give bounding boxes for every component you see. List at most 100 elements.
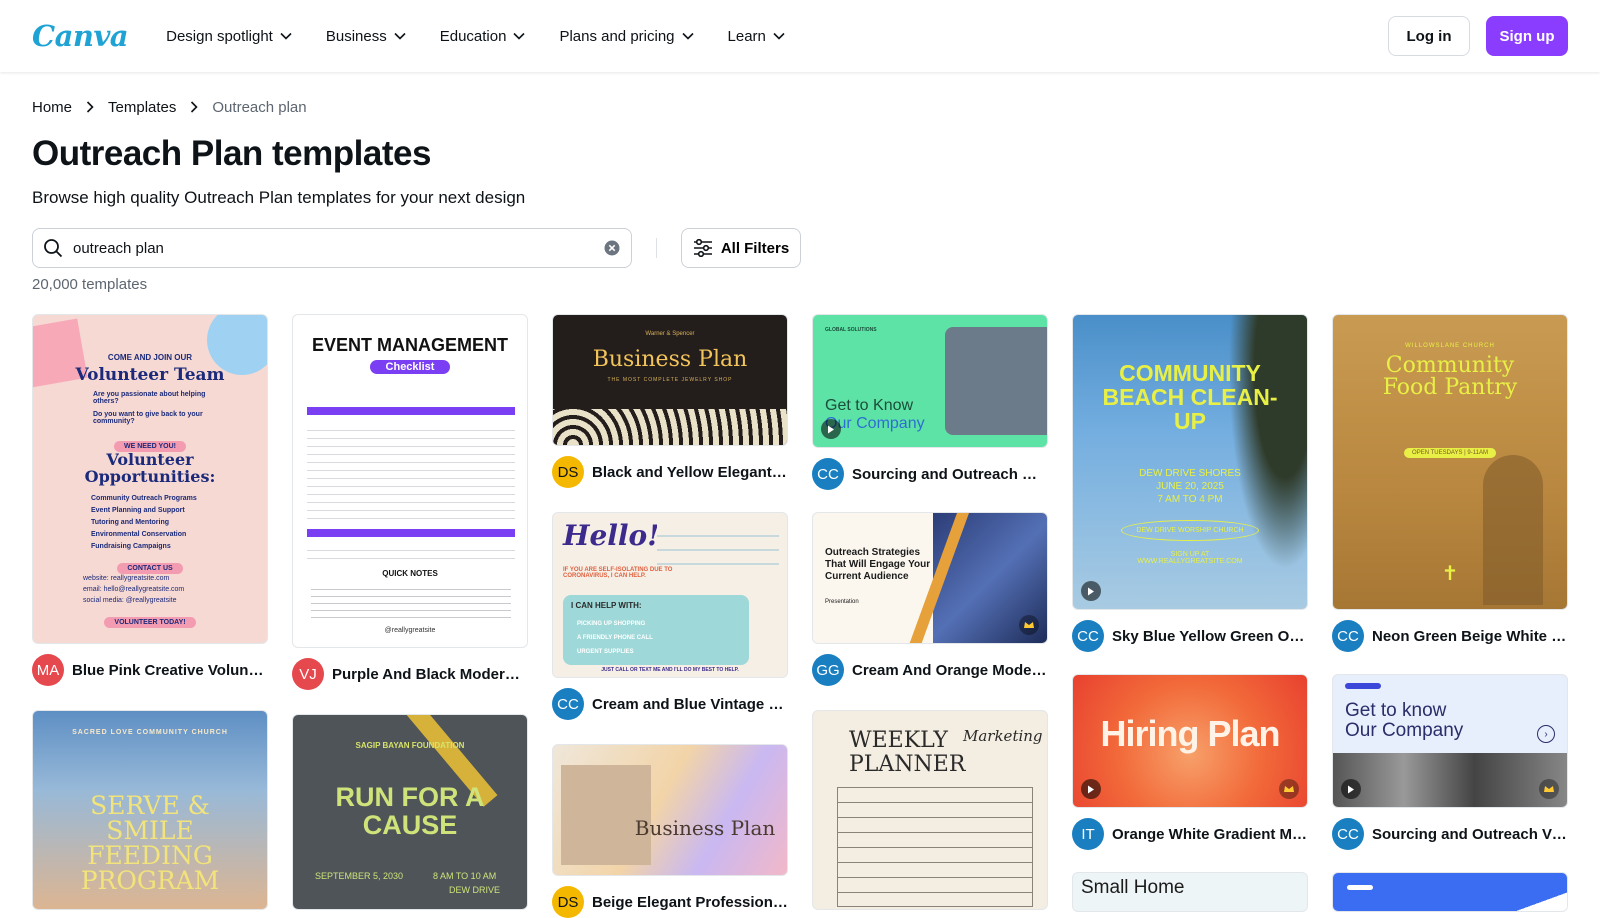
all-filters-button[interactable]: All Filters [681,228,801,268]
template-card[interactable]: COMMUNITY BEACH CLEAN-UP DEW DRIVE SHORE… [1072,314,1308,652]
canva-logo[interactable]: Canva [32,19,129,53]
template-thumbnail[interactable] [1332,872,1568,912]
thumb-bar [307,407,515,415]
template-card[interactable]: Warner & Spencer Business Plan THE MOST … [552,314,788,488]
creator-avatar[interactable]: DS [552,456,584,488]
template-card[interactable]: SACRED LOVE COMMUNITY CHURCH SERVE & SMI… [32,710,268,910]
filter-sliders-icon [693,239,712,257]
template-card[interactable]: Hello! IF YOU ARE SELF-ISOLATING DUE TO … [552,512,788,720]
crown-icon [1539,779,1559,799]
template-title[interactable]: Sourcing and Outreach Webinar [852,466,1048,483]
play-icon [1081,779,1101,799]
breadcrumb-current: Outreach plan [212,98,307,116]
template-card[interactable]: Small Home [1072,872,1308,912]
thumb-text: JUST CALL OR TEXT ME AND I'LL DO MY BEST… [601,667,739,673]
template-count: 20,000 templates [32,276,148,293]
template-card[interactable]: EVENT MANAGEMENT Checklist QUICK NOTES @… [292,314,528,690]
thumb-text: Event Planning and Support [91,507,185,514]
template-card[interactable] [1332,872,1568,912]
nav-business[interactable]: Business [314,20,418,53]
template-thumbnail[interactable]: COME AND JOIN OUR Volunteer Team Are you… [32,314,268,644]
nav-label: Plans and pricing [559,27,675,45]
template-card[interactable]: Business Plan DS Beige Elegant Professio… [552,744,788,918]
thumb-photo [1333,753,1567,807]
template-title[interactable]: Cream And Orange Modern Presentation [852,662,1048,679]
template-thumbnail[interactable]: WEEKLY PLANNER Marketing [812,710,1048,910]
template-thumbnail[interactable]: Outreach Strategies That Will Engage You… [812,512,1048,644]
template-card[interactable]: GLOBAL SOLUTIONS Get to Know Our Company… [812,314,1048,490]
page-title: Outreach Plan templates [32,134,431,173]
template-title[interactable]: Sourcing and Outreach Video [1372,826,1568,843]
thumb-text: COMMUNITY BEACH CLEAN-UP [1102,360,1278,434]
template-card[interactable]: Hiring Plan IT Orange White Gradient Mod… [1072,674,1308,850]
creator-avatar[interactable]: DS [552,886,584,918]
breadcrumb-home[interactable]: Home [32,99,72,116]
template-card[interactable]: WEEKLY PLANNER Marketing [812,710,1048,910]
thumb-text: Our Company [1345,720,1464,741]
creator-avatar[interactable]: VJ [292,658,324,690]
template-meta: MA Blue Pink Creative Volunteer Opportun… [32,654,268,686]
nav-learn[interactable]: Learn [716,20,797,53]
creator-avatar[interactable]: CC [1332,818,1364,850]
breadcrumb-templates[interactable]: Templates [108,99,176,116]
thumb-photo [945,327,1047,435]
template-title[interactable]: Cream and Blue Vintage Self-Isolation Fl… [592,696,788,713]
signup-button[interactable]: Sign up [1486,16,1568,56]
search-input[interactable] [73,239,603,257]
thumb-text: DEW DRIVE WORSHIP CHURCH [1121,520,1259,541]
top-navbar: Canva Design spotlight Business Educatio… [0,0,1600,72]
thumb-text: Business Plan [634,816,776,840]
thumb-text: GLOBAL SOLUTIONS [825,327,877,333]
thumb-lines [307,423,515,519]
template-card[interactable]: SAGIP BAYAN FOUNDATION RUN FOR A CAUSE S… [292,714,528,910]
thumb-text: email: hello@reallygreatsite.com [83,586,185,593]
template-thumbnail[interactable]: Business Plan [552,744,788,876]
nav-education[interactable]: Education [428,20,538,53]
template-title[interactable]: Neon Green Beige White Outreach Poster [1372,628,1568,645]
thumb-text: THE MOST COMPLETE JEWELRY SHOP [607,377,733,383]
creator-avatar[interactable]: CC [1332,620,1364,652]
template-title[interactable]: Purple And Black Modern Event Management… [332,666,528,683]
play-icon [1081,581,1101,601]
play-icon [821,419,841,439]
thumb-photo [1213,315,1307,609]
thumb-text: SACRED LOVE COMMUNITY CHURCH [72,729,228,736]
creator-avatar[interactable]: MA [32,654,64,686]
creator-avatar[interactable]: GG [812,654,844,686]
login-button[interactable]: Log in [1388,16,1470,56]
search-box [32,228,632,268]
creator-avatar[interactable]: CC [1072,620,1104,652]
template-title[interactable]: Beige Elegant Professional Plan [592,894,788,911]
template-card[interactable]: Outreach Strategies That Will Engage You… [812,512,1048,686]
clear-search-icon[interactable] [603,239,621,257]
template-thumbnail[interactable]: GLOBAL SOLUTIONS Get to Know Our Company [812,314,1048,448]
template-thumbnail[interactable]: COMMUNITY BEACH CLEAN-UP DEW DRIVE SHORE… [1072,314,1308,610]
template-thumbnail[interactable]: SACRED LOVE COMMUNITY CHURCH SERVE & SMI… [32,710,268,910]
template-thumbnail[interactable]: Hiring Plan [1072,674,1308,808]
template-thumbnail[interactable]: WILLOWSLANE CHURCH Community Food Pantry… [1332,314,1568,610]
template-title[interactable]: Blue Pink Creative Volunteer Opportuniti… [72,662,268,679]
template-card[interactable]: COME AND JOIN OUR Volunteer Team Are you… [32,314,268,686]
nav-plans-pricing[interactable]: Plans and pricing [547,20,705,53]
template-title[interactable]: Orange White Gradient Modern Video [1112,826,1308,843]
template-thumbnail[interactable]: Get to know Our Company › [1332,674,1568,808]
thumb-lines [657,523,779,567]
nav-design-spotlight[interactable]: Design spotlight [154,20,304,53]
template-thumbnail[interactable]: Hello! IF YOU ARE SELF-ISOLATING DUE TO … [552,512,788,678]
template-thumbnail[interactable]: Small Home [1072,872,1308,912]
creator-avatar[interactable]: CC [552,688,584,720]
arrow-right-icon: › [1537,725,1555,743]
template-card[interactable]: WILLOWSLANE CHURCH Community Food Pantry… [1332,314,1568,652]
chevron-right-icon [86,101,94,113]
template-thumbnail[interactable]: Warner & Spencer Business Plan THE MOST … [552,314,788,446]
template-title[interactable]: Sky Blue Yellow Green Outreach Poster [1112,628,1308,645]
creator-avatar[interactable]: CC [812,458,844,490]
template-title[interactable]: Black and Yellow Elegant Plan [592,464,788,481]
template-thumbnail[interactable]: SAGIP BAYAN FOUNDATION RUN FOR A CAUSE S… [292,714,528,910]
thumb-text: Volunteer Team [75,365,225,385]
template-thumbnail[interactable]: EVENT MANAGEMENT Checklist QUICK NOTES @… [292,314,528,648]
creator-avatar[interactable]: IT [1072,818,1104,850]
thumb-text: I CAN HELP WITH: [571,601,642,610]
template-card[interactable]: Get to know Our Company › CC Sourcing an… [1332,674,1568,850]
thumb-text: JUNE 20, 2025 [1156,481,1224,492]
